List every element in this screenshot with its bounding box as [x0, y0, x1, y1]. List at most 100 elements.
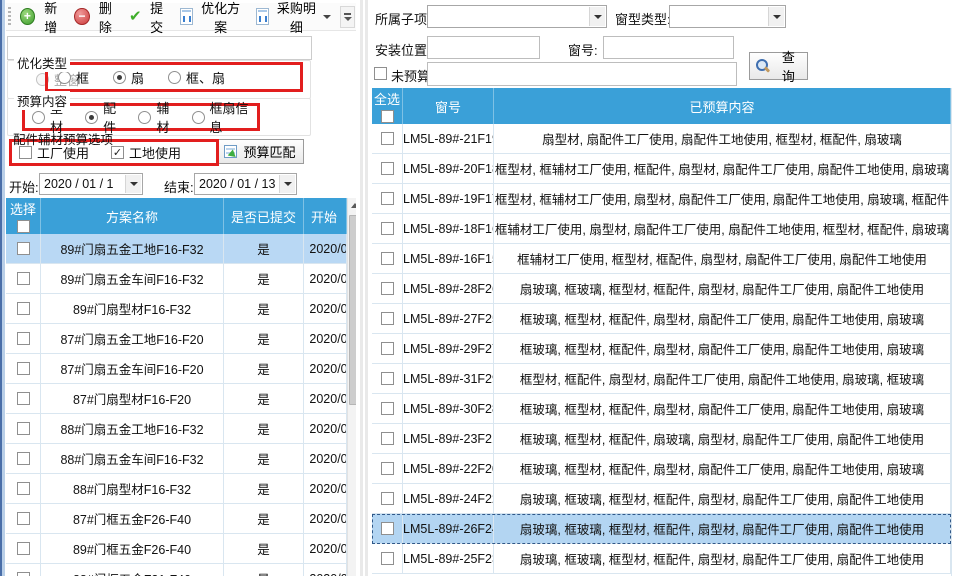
row-checkbox[interactable]: [17, 512, 30, 525]
select-all-checkbox[interactable]: [17, 220, 30, 233]
row-checkbox[interactable]: [381, 342, 394, 355]
row-checkbox[interactable]: [17, 242, 30, 255]
window-table-row[interactable]: LM5L-89#-16F15框辅材工厂使用, 框型材, 框配件, 扇型材, 扇配…: [372, 244, 951, 274]
plan-table-row[interactable]: 88#门扇型材F16-F32是2020/0: [6, 474, 347, 504]
row-checkbox[interactable]: [17, 362, 30, 375]
row-checkbox[interactable]: [17, 302, 30, 315]
row-checkbox[interactable]: [381, 492, 394, 505]
window-type-select[interactable]: [669, 5, 786, 28]
date-end-picker[interactable]: 2020 / 01 / 13: [194, 173, 297, 195]
window-table-row[interactable]: LM5L-89#-19F17框型材, 框辅材工厂使用, 扇型材, 扇配件工厂使用…: [372, 184, 951, 214]
select-all-checkbox[interactable]: [381, 110, 394, 123]
plan-header-select[interactable]: 选择: [6, 198, 41, 234]
window-table-row[interactable]: LM5L-89#-31F29框型材, 框配件, 扇型材, 扇配件工厂使用, 扇配…: [372, 364, 951, 394]
row-checkbox[interactable]: [381, 162, 394, 175]
window-table-row[interactable]: LM5L-89#-21F19扇型材, 扇配件工厂使用, 扇配件工地使用, 框型材…: [372, 124, 951, 154]
row-checkbox[interactable]: [381, 312, 394, 325]
table-cell: LM5L-89#-26F24: [403, 514, 494, 543]
table-cell: [372, 334, 403, 363]
plan-table-row[interactable]: 87#门扇型材F16-F20是2020/0: [6, 384, 347, 414]
plan-table-row[interactable]: 89#门框五金F26-F40是2020/0: [6, 534, 347, 564]
row-checkbox[interactable]: [17, 272, 30, 285]
table-cell: LM5L-89#-25F23: [403, 544, 494, 573]
table-cell: [372, 394, 403, 423]
plan-table-row[interactable]: 87#门扇五金车间F16-F20是2020/0: [6, 354, 347, 384]
row-checkbox[interactable]: [17, 542, 30, 555]
row-checkbox[interactable]: [17, 572, 30, 576]
window-header-no[interactable]: 窗号: [403, 88, 494, 124]
window-table-row[interactable]: LM5L-89#-27F25框玻璃, 框型材, 框配件, 扇型材, 扇配件工厂使…: [372, 304, 951, 334]
date-start-picker[interactable]: 2020 / 01 / 1: [39, 173, 143, 195]
row-checkbox[interactable]: [17, 452, 30, 465]
sub-item-select[interactable]: [427, 5, 607, 28]
radio-option-辅材[interactable]: 辅材: [138, 98, 179, 136]
plan-table-row[interactable]: 89#门扇五金车间F16-F32是2020/0: [6, 264, 347, 294]
window-table-row[interactable]: LM5L-89#-30F28框玻璃, 框型材, 框配件, 扇型材, 扇配件工厂使…: [372, 394, 951, 424]
plan-header-name[interactable]: 方案名称: [41, 198, 224, 234]
install-pos-input[interactable]: [427, 36, 540, 59]
purchase-detail-button[interactable]: 采购明细: [253, 0, 334, 38]
table-cell: LM5L-89#-30F28: [403, 394, 494, 423]
row-checkbox[interactable]: [381, 372, 394, 385]
table-cell: [6, 234, 41, 263]
no-budget-input[interactable]: [427, 62, 737, 86]
row-checkbox[interactable]: [381, 522, 394, 535]
table-cell: 2020/0: [304, 414, 347, 443]
table-cell: 87#门扇五金车间F16-F20: [41, 354, 224, 383]
row-checkbox[interactable]: [381, 552, 394, 565]
window-table-row[interactable]: LM5L-89#-26F24扇玻璃, 框玻璃, 框型材, 框配件, 扇型材, 扇…: [372, 514, 951, 544]
window-table-row[interactable]: LM5L-89#-18F16框辅材工厂使用, 扇型材, 扇配件工厂使用, 扇配件…: [372, 214, 951, 244]
row-checkbox[interactable]: [381, 222, 394, 235]
optimize-plan-label: 优化方案: [197, 0, 244, 36]
row-checkbox[interactable]: [381, 252, 394, 265]
delete-button[interactable]: − 删除: [71, 0, 120, 38]
window-table-row[interactable]: LM5L-89#-22F20框玻璃, 框型材, 框配件, 扇型材, 扇配件工厂使…: [372, 454, 951, 484]
budget-group-label: 预算内容: [14, 91, 70, 110]
row-checkbox[interactable]: [17, 392, 30, 405]
row-checkbox[interactable]: [381, 132, 394, 145]
toolbar-grip[interactable]: [8, 7, 11, 27]
plan-header-submitted[interactable]: 是否已提交: [224, 198, 304, 234]
row-checkbox[interactable]: [17, 332, 30, 345]
budget-match-button[interactable]: 预算匹配: [216, 139, 304, 164]
window-table-row[interactable]: LM5L-89#-23F21框玻璃, 框型材, 框配件, 扇玻璃, 扇型材, 扇…: [372, 424, 951, 454]
radio-option-扇[interactable]: 扇: [113, 68, 144, 87]
plan-table-row[interactable]: 87#门扇五金工地F16-F20是2020/0: [6, 324, 347, 354]
plan-table-row[interactable]: 89#门扇型材F16-F32是2020/0: [6, 294, 347, 324]
window-header-content[interactable]: 已预算内容: [494, 88, 951, 124]
window-table-row[interactable]: LM5L-89#-25F23扇玻璃, 框玻璃, 框型材, 框配件, 扇型材, 扇…: [372, 544, 951, 574]
row-checkbox[interactable]: [381, 432, 394, 445]
table-cell: 2020/0: [304, 564, 347, 576]
plan-header-start[interactable]: 开始: [304, 198, 347, 234]
row-checkbox[interactable]: [381, 192, 394, 205]
window-table-row[interactable]: LM5L-89#-20F18框型材, 框辅材工厂使用, 框配件, 扇型材, 扇配…: [372, 154, 951, 184]
row-checkbox[interactable]: [381, 462, 394, 475]
submit-button[interactable]: ✔ 提交: [126, 0, 171, 38]
plan-table-row[interactable]: 88#门扇五金工地F16-F32是2020/0: [6, 414, 347, 444]
radio-option-框、扇[interactable]: 框、扇: [168, 68, 225, 87]
table-cell: 框辅材工厂使用, 扇型材, 扇配件工厂使用, 扇配件工地使用, 框型材, 框配件…: [494, 214, 951, 243]
toolbar-overflow-button[interactable]: [340, 6, 355, 28]
plan-table: 选择 方案名称 是否已提交 开始 89#门扇五金工地F16-F32是2020/0…: [6, 198, 347, 576]
window-table-row[interactable]: LM5L-89#-28F26扇玻璃, 框玻璃, 框型材, 框配件, 扇型材, 扇…: [372, 274, 951, 304]
query-button[interactable]: 查询: [749, 52, 808, 80]
window-header-select-all[interactable]: 全选: [372, 88, 403, 124]
row-checkbox[interactable]: [17, 482, 30, 495]
add-button[interactable]: + 新增: [17, 0, 66, 38]
window-no-input[interactable]: [603, 36, 734, 59]
window-table-row[interactable]: LM5L-89#-24F22扇玻璃, 框玻璃, 框型材, 框配件, 扇型材, 扇…: [372, 484, 951, 514]
window-table-row[interactable]: LM5L-89#-29F27框玻璃, 框型材, 框配件, 扇型材, 扇配件工厂使…: [372, 334, 951, 364]
row-checkbox[interactable]: [381, 282, 394, 295]
row-checkbox[interactable]: [17, 422, 30, 435]
no-budget-checkbox[interactable]: [374, 67, 387, 80]
plan-table-row[interactable]: 87#门框五金F26-F40是2020/0: [6, 504, 347, 534]
radio-option-框扇信息[interactable]: 框扇信息: [192, 98, 257, 136]
plan-table-row[interactable]: 88#门扇五金车间F16-F32是2020/0: [6, 444, 347, 474]
checkbox-option-工地使用[interactable]: ✓工地使用: [111, 143, 181, 162]
row-checkbox[interactable]: [381, 402, 394, 415]
plan-table-row[interactable]: 89#门扇五金工地F16-F32是2020/0: [6, 234, 347, 264]
optimize-plan-button[interactable]: 优化方案: [177, 0, 247, 38]
panel-splitter[interactable]: [356, 0, 372, 576]
plan-table-row[interactable]: 88#门框五金F21-F40是2020/0: [6, 564, 347, 576]
table-cell: 2020/0: [304, 474, 347, 503]
